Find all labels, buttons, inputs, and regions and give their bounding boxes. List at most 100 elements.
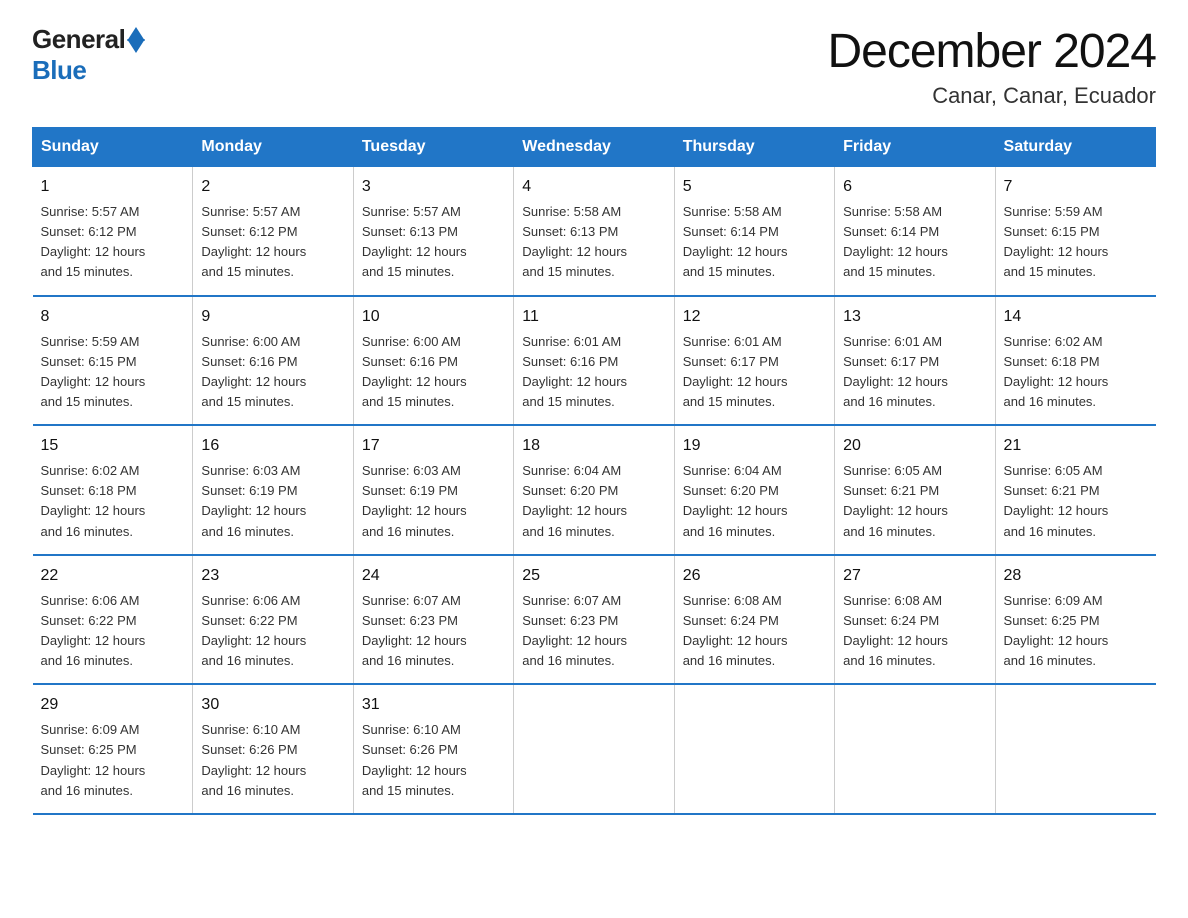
calendar-cell: 7 Sunrise: 5:59 AMSunset: 6:15 PMDayligh… [995, 167, 1155, 296]
day-info: Sunrise: 5:57 AMSunset: 6:12 PMDaylight:… [201, 202, 344, 283]
logo-blue-text: Blue [32, 55, 86, 86]
day-number: 18 [522, 434, 665, 458]
calendar-cell: 3 Sunrise: 5:57 AMSunset: 6:13 PMDayligh… [353, 167, 513, 296]
header-friday: Friday [835, 128, 995, 167]
week-row-2: 8 Sunrise: 5:59 AMSunset: 6:15 PMDayligh… [33, 296, 1156, 426]
day-info: Sunrise: 6:04 AMSunset: 6:20 PMDaylight:… [522, 461, 665, 542]
day-info: Sunrise: 6:01 AMSunset: 6:17 PMDaylight:… [843, 332, 986, 413]
day-info: Sunrise: 6:10 AMSunset: 6:26 PMDaylight:… [201, 720, 344, 801]
day-info: Sunrise: 5:59 AMSunset: 6:15 PMDaylight:… [1004, 202, 1148, 283]
day-info: Sunrise: 6:03 AMSunset: 6:19 PMDaylight:… [362, 461, 505, 542]
week-row-3: 15 Sunrise: 6:02 AMSunset: 6:18 PMDaylig… [33, 425, 1156, 555]
header-sunday: Sunday [33, 128, 193, 167]
calendar-cell: 29 Sunrise: 6:09 AMSunset: 6:25 PMDaylig… [33, 684, 193, 814]
day-number: 28 [1004, 564, 1148, 588]
calendar-cell: 19 Sunrise: 6:04 AMSunset: 6:20 PMDaylig… [674, 425, 834, 555]
day-info: Sunrise: 5:57 AMSunset: 6:13 PMDaylight:… [362, 202, 505, 283]
calendar-cell: 5 Sunrise: 5:58 AMSunset: 6:14 PMDayligh… [674, 167, 834, 296]
page-header: General Blue December 2024 Canar, Canar,… [32, 24, 1156, 109]
calendar-cell: 13 Sunrise: 6:01 AMSunset: 6:17 PMDaylig… [835, 296, 995, 426]
day-info: Sunrise: 6:00 AMSunset: 6:16 PMDaylight:… [201, 332, 344, 413]
day-number: 22 [41, 564, 185, 588]
calendar-cell: 2 Sunrise: 5:57 AMSunset: 6:12 PMDayligh… [193, 167, 353, 296]
calendar-cell: 23 Sunrise: 6:06 AMSunset: 6:22 PMDaylig… [193, 555, 353, 685]
day-number: 10 [362, 305, 505, 329]
day-number: 11 [522, 305, 665, 329]
calendar-cell: 27 Sunrise: 6:08 AMSunset: 6:24 PMDaylig… [835, 555, 995, 685]
day-info: Sunrise: 5:58 AMSunset: 6:14 PMDaylight:… [683, 202, 826, 283]
calendar-cell: 20 Sunrise: 6:05 AMSunset: 6:21 PMDaylig… [835, 425, 995, 555]
calendar-cell: 11 Sunrise: 6:01 AMSunset: 6:16 PMDaylig… [514, 296, 674, 426]
calendar-cell: 6 Sunrise: 5:58 AMSunset: 6:14 PMDayligh… [835, 167, 995, 296]
day-number: 5 [683, 175, 826, 199]
day-info: Sunrise: 6:09 AMSunset: 6:25 PMDaylight:… [1004, 591, 1148, 672]
calendar-cell: 28 Sunrise: 6:09 AMSunset: 6:25 PMDaylig… [995, 555, 1155, 685]
calendar-cell: 15 Sunrise: 6:02 AMSunset: 6:18 PMDaylig… [33, 425, 193, 555]
week-row-4: 22 Sunrise: 6:06 AMSunset: 6:22 PMDaylig… [33, 555, 1156, 685]
day-number: 14 [1004, 305, 1148, 329]
month-title: December 2024 [827, 24, 1156, 79]
day-info: Sunrise: 6:02 AMSunset: 6:18 PMDaylight:… [1004, 332, 1148, 413]
day-number: 25 [522, 564, 665, 588]
calendar-cell: 4 Sunrise: 5:58 AMSunset: 6:13 PMDayligh… [514, 167, 674, 296]
calendar-cell: 9 Sunrise: 6:00 AMSunset: 6:16 PMDayligh… [193, 296, 353, 426]
day-number: 12 [683, 305, 826, 329]
day-number: 21 [1004, 434, 1148, 458]
calendar-header-row: SundayMondayTuesdayWednesdayThursdayFrid… [33, 128, 1156, 167]
day-info: Sunrise: 6:06 AMSunset: 6:22 PMDaylight:… [41, 591, 185, 672]
calendar-cell: 30 Sunrise: 6:10 AMSunset: 6:26 PMDaylig… [193, 684, 353, 814]
header-saturday: Saturday [995, 128, 1155, 167]
day-info: Sunrise: 6:07 AMSunset: 6:23 PMDaylight:… [522, 591, 665, 672]
day-number: 4 [522, 175, 665, 199]
day-info: Sunrise: 6:01 AMSunset: 6:17 PMDaylight:… [683, 332, 826, 413]
calendar-cell: 14 Sunrise: 6:02 AMSunset: 6:18 PMDaylig… [995, 296, 1155, 426]
calendar-cell: 8 Sunrise: 5:59 AMSunset: 6:15 PMDayligh… [33, 296, 193, 426]
day-info: Sunrise: 6:08 AMSunset: 6:24 PMDaylight:… [683, 591, 826, 672]
day-number: 31 [362, 693, 505, 717]
day-info: Sunrise: 6:10 AMSunset: 6:26 PMDaylight:… [362, 720, 505, 801]
day-number: 26 [683, 564, 826, 588]
day-number: 20 [843, 434, 986, 458]
day-number: 7 [1004, 175, 1148, 199]
day-number: 2 [201, 175, 344, 199]
calendar-cell: 18 Sunrise: 6:04 AMSunset: 6:20 PMDaylig… [514, 425, 674, 555]
logo-general-text: General [32, 24, 125, 55]
week-row-1: 1 Sunrise: 5:57 AMSunset: 6:12 PMDayligh… [33, 167, 1156, 296]
calendar-cell [835, 684, 995, 814]
title-area: December 2024 Canar, Canar, Ecuador [827, 24, 1156, 109]
calendar-cell: 24 Sunrise: 6:07 AMSunset: 6:23 PMDaylig… [353, 555, 513, 685]
day-info: Sunrise: 6:00 AMSunset: 6:16 PMDaylight:… [362, 332, 505, 413]
location-title: Canar, Canar, Ecuador [827, 83, 1156, 109]
day-info: Sunrise: 6:08 AMSunset: 6:24 PMDaylight:… [843, 591, 986, 672]
calendar-cell: 25 Sunrise: 6:07 AMSunset: 6:23 PMDaylig… [514, 555, 674, 685]
logo: General Blue [32, 24, 145, 86]
header-monday: Monday [193, 128, 353, 167]
day-info: Sunrise: 6:07 AMSunset: 6:23 PMDaylight:… [362, 591, 505, 672]
calendar-cell [995, 684, 1155, 814]
header-thursday: Thursday [674, 128, 834, 167]
header-wednesday: Wednesday [514, 128, 674, 167]
day-number: 3 [362, 175, 505, 199]
calendar-cell: 22 Sunrise: 6:06 AMSunset: 6:22 PMDaylig… [33, 555, 193, 685]
day-info: Sunrise: 6:09 AMSunset: 6:25 PMDaylight:… [41, 720, 185, 801]
day-number: 30 [201, 693, 344, 717]
day-number: 13 [843, 305, 986, 329]
day-info: Sunrise: 6:03 AMSunset: 6:19 PMDaylight:… [201, 461, 344, 542]
day-number: 29 [41, 693, 185, 717]
header-tuesday: Tuesday [353, 128, 513, 167]
calendar-cell: 1 Sunrise: 5:57 AMSunset: 6:12 PMDayligh… [33, 167, 193, 296]
day-number: 24 [362, 564, 505, 588]
calendar-cell: 16 Sunrise: 6:03 AMSunset: 6:19 PMDaylig… [193, 425, 353, 555]
day-info: Sunrise: 6:05 AMSunset: 6:21 PMDaylight:… [1004, 461, 1148, 542]
day-info: Sunrise: 6:02 AMSunset: 6:18 PMDaylight:… [41, 461, 185, 542]
day-info: Sunrise: 6:01 AMSunset: 6:16 PMDaylight:… [522, 332, 665, 413]
day-number: 27 [843, 564, 986, 588]
week-row-5: 29 Sunrise: 6:09 AMSunset: 6:25 PMDaylig… [33, 684, 1156, 814]
day-info: Sunrise: 5:59 AMSunset: 6:15 PMDaylight:… [41, 332, 185, 413]
day-info: Sunrise: 5:58 AMSunset: 6:14 PMDaylight:… [843, 202, 986, 283]
calendar-cell: 21 Sunrise: 6:05 AMSunset: 6:21 PMDaylig… [995, 425, 1155, 555]
day-info: Sunrise: 6:04 AMSunset: 6:20 PMDaylight:… [683, 461, 826, 542]
day-number: 19 [683, 434, 826, 458]
calendar-cell: 17 Sunrise: 6:03 AMSunset: 6:19 PMDaylig… [353, 425, 513, 555]
day-number: 6 [843, 175, 986, 199]
